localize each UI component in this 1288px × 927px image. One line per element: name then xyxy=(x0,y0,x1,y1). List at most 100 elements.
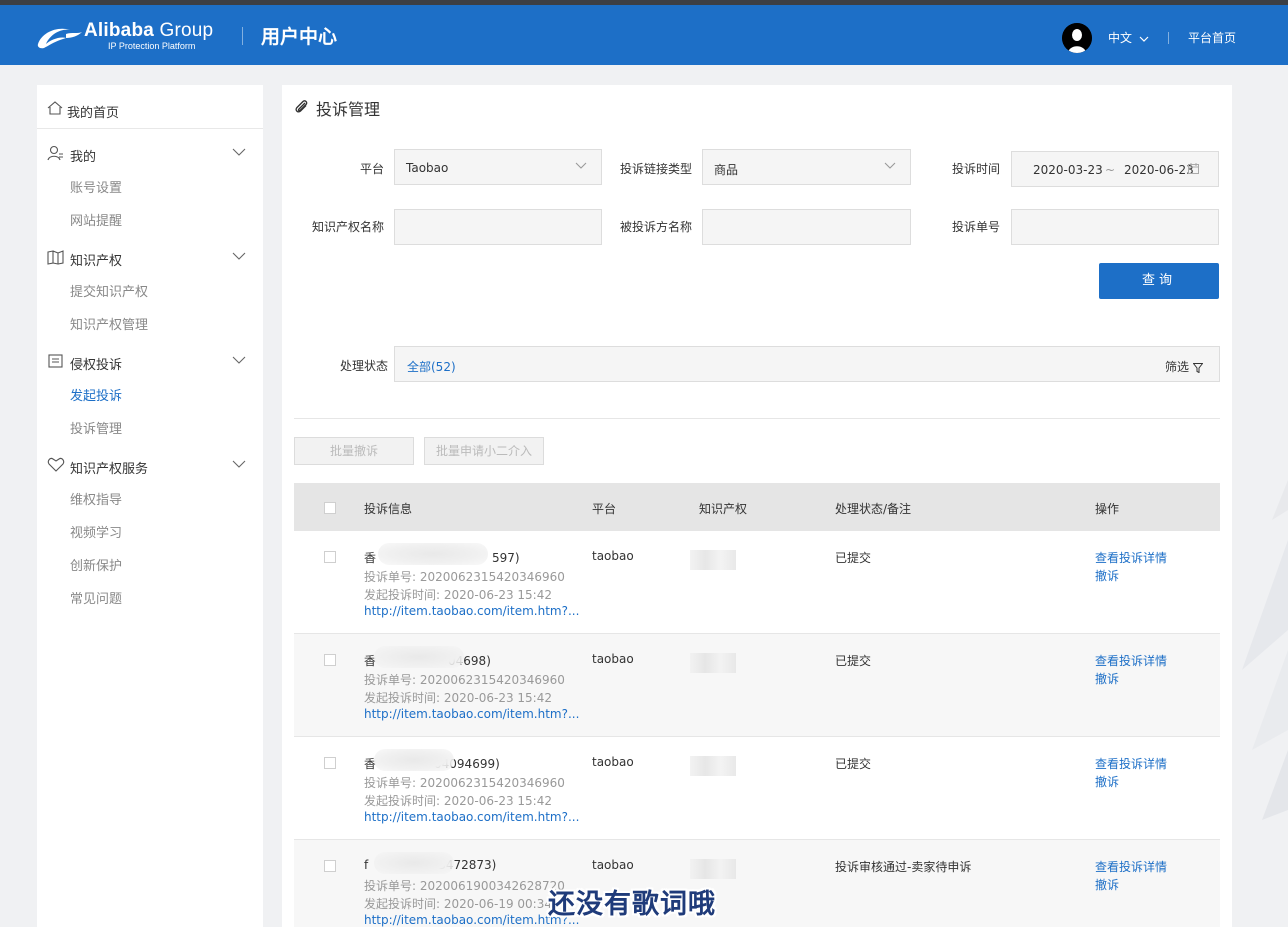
sidebar-item-rights-guide[interactable]: 维权指导 xyxy=(70,489,122,508)
order-number-input[interactable] xyxy=(1011,209,1219,245)
top-header: Alibaba Group IP Protection Platform 用户中… xyxy=(0,0,1288,65)
withdraw-link[interactable]: 撤诉 xyxy=(1095,773,1119,790)
chevron-down-icon xyxy=(232,148,246,156)
main-panel: 投诉管理 平台 Taobao 投诉链接类型 商品 投诉时间 2020-03-23… xyxy=(282,85,1232,927)
funnel-icon xyxy=(1192,362,1204,373)
sidebar-group-label: 知识产权服务 xyxy=(70,462,149,477)
ip-thumbnail-blurred xyxy=(690,653,736,673)
sidebar-group-infringement[interactable]: 侵权投诉 xyxy=(37,351,263,373)
row-platform: taobao xyxy=(592,549,634,563)
column-header-platform: 平台 xyxy=(592,502,617,516)
date-start: 2020-03-23 xyxy=(1033,163,1103,177)
view-detail-link[interactable]: 查看投诉详情 xyxy=(1095,755,1167,772)
query-button[interactable]: 查询 xyxy=(1099,263,1219,299)
sidebar-group-mine[interactable]: 我的 xyxy=(37,143,263,165)
lyrics-overlay-caption: 还没有歌词哦 xyxy=(548,889,716,920)
chevron-down-icon xyxy=(1139,36,1149,42)
filter-label: 筛选 xyxy=(1165,360,1190,374)
sidebar-item-home[interactable]: 我的首页 xyxy=(37,85,263,129)
complaint-order-number: 投诉单号: 2020062315420346960 xyxy=(364,776,565,790)
sidebar-item-complaint-management[interactable]: 投诉管理 xyxy=(70,418,122,437)
status-filter-bar: 全部(52) 筛选 xyxy=(394,346,1220,382)
date-range-picker[interactable]: 2020-03-23 ~ 2020-06-23 xyxy=(1011,151,1219,187)
language-label: 中文 xyxy=(1108,31,1133,45)
view-detail-link[interactable]: 查看投诉详情 xyxy=(1095,652,1167,669)
header-divider xyxy=(242,27,243,45)
row-checkbox[interactable] xyxy=(324,860,336,872)
link-type-select[interactable]: 商品 xyxy=(702,149,911,185)
sidebar-item-video-learning[interactable]: 视频学习 xyxy=(70,522,122,541)
row-platform: taobao xyxy=(592,652,634,666)
sidebar-item-faq[interactable]: 常见问题 xyxy=(70,588,122,607)
header-divider-right xyxy=(1168,32,1169,44)
sidebar-item-file-complaint[interactable]: 发起投诉 xyxy=(70,385,122,404)
row-checkbox[interactable] xyxy=(324,757,336,769)
brand-subtitle: IP Protection Platform xyxy=(108,41,196,51)
chevron-down-icon xyxy=(232,252,246,260)
table-row: f 3472873) 投诉单号: 2020061900342628720 发起投诉… xyxy=(294,840,1220,927)
date-separator: ~ xyxy=(1105,163,1116,177)
user-icon xyxy=(47,145,63,161)
row-checkbox[interactable] xyxy=(324,654,336,666)
complaint-time-label: 投诉时间 xyxy=(952,162,1001,176)
sidebar-item-site-alerts[interactable]: 网站提醒 xyxy=(70,210,122,229)
complaint-time: 发起投诉时间: 2020-06-23 15:42 xyxy=(364,588,552,602)
redaction-blur xyxy=(378,543,488,565)
chevron-down-icon xyxy=(884,162,896,169)
item-link[interactable]: http://item.taobao.com/item.htm?... xyxy=(364,604,579,618)
ip-thumbnail-blurred xyxy=(690,756,736,776)
page-title-label: 投诉管理 xyxy=(316,100,381,119)
complaint-order-number: 投诉单号: 2020062315420346960 xyxy=(364,570,565,584)
language-selector[interactable]: 中文 xyxy=(1108,29,1149,46)
sidebar-group-ip-services[interactable]: 知识产权服务 xyxy=(37,455,263,477)
row-status: 已提交 xyxy=(835,757,872,771)
brand-name: Alibaba Group xyxy=(84,20,214,41)
respondent-input[interactable] xyxy=(702,209,911,245)
home-icon xyxy=(47,101,63,115)
complaint-time: 发起投诉时间: 2020-06-23 15:42 xyxy=(364,691,552,705)
batch-withdraw-button[interactable]: 批量撤诉 xyxy=(294,437,414,465)
platform-home-link[interactable]: 平台首页 xyxy=(1188,29,1236,46)
sidebar-item-ip-management[interactable]: 知识产权管理 xyxy=(70,314,148,333)
filter-button[interactable]: 筛选 xyxy=(1165,358,1204,375)
chevron-down-icon xyxy=(575,162,587,169)
sidebar-item-submit-ip[interactable]: 提交知识产权 xyxy=(70,281,148,300)
platform-select[interactable]: Taobao xyxy=(394,149,602,185)
sidebar-home-label: 我的首页 xyxy=(67,106,120,121)
column-header-info: 投诉信息 xyxy=(364,502,413,516)
background-decoration xyxy=(1242,480,1288,820)
view-detail-link[interactable]: 查看投诉详情 xyxy=(1095,858,1167,875)
withdraw-link[interactable]: 撤诉 xyxy=(1095,567,1119,584)
alibaba-logo[interactable]: Alibaba Group IP Protection Platform xyxy=(36,20,226,54)
row-checkbox[interactable] xyxy=(324,551,336,563)
complaint-order-number: 投诉单号: 2020061900342628720 xyxy=(364,879,565,893)
avatar[interactable] xyxy=(1062,23,1092,53)
platform-select-value: Taobao xyxy=(406,161,449,175)
item-link[interactable]: http://item.taobao.com/item.htm?... xyxy=(364,707,579,721)
sidebar-group-label: 知识产权 xyxy=(70,254,123,269)
redaction-blur xyxy=(374,646,464,668)
chevron-down-icon xyxy=(232,460,246,468)
sidebar-group-label: 我的 xyxy=(70,150,97,165)
sidebar-item-account-settings[interactable]: 账号设置 xyxy=(70,177,122,196)
withdraw-link[interactable]: 撤诉 xyxy=(1095,670,1119,687)
redaction-blur xyxy=(374,749,454,771)
view-detail-link[interactable]: 查看投诉详情 xyxy=(1095,549,1167,566)
calendar-icon xyxy=(1188,163,1199,174)
app-title: 用户中心 xyxy=(261,26,338,48)
sidebar: 我的首页 我的 账号设置 网站提醒 知识产权 提交知识产权 知识产权管理 侵权投… xyxy=(37,85,263,927)
ip-name-input[interactable] xyxy=(394,209,602,245)
sidebar-group-ip[interactable]: 知识产权 xyxy=(37,247,263,269)
table-row: 香 04698) 投诉单号: 2020062315420346960 发起投诉时间… xyxy=(294,634,1220,737)
status-all-option[interactable]: 全部(52) xyxy=(407,358,456,375)
order-number-label: 投诉单号 xyxy=(952,220,1001,234)
withdraw-link[interactable]: 撤诉 xyxy=(1095,876,1119,893)
clipboard-icon xyxy=(48,354,63,368)
sidebar-group-label: 侵权投诉 xyxy=(70,358,123,373)
select-all-checkbox[interactable] xyxy=(324,502,336,514)
item-link[interactable]: http://item.taobao.com/item.htm?... xyxy=(364,810,579,824)
link-type-select-value: 商品 xyxy=(714,163,739,177)
batch-apply-intervention-button[interactable]: 批量申请小二介入 xyxy=(424,437,544,465)
window-top-edge xyxy=(0,0,1288,5)
sidebar-item-innovation-protection[interactable]: 创新保护 xyxy=(70,555,122,574)
